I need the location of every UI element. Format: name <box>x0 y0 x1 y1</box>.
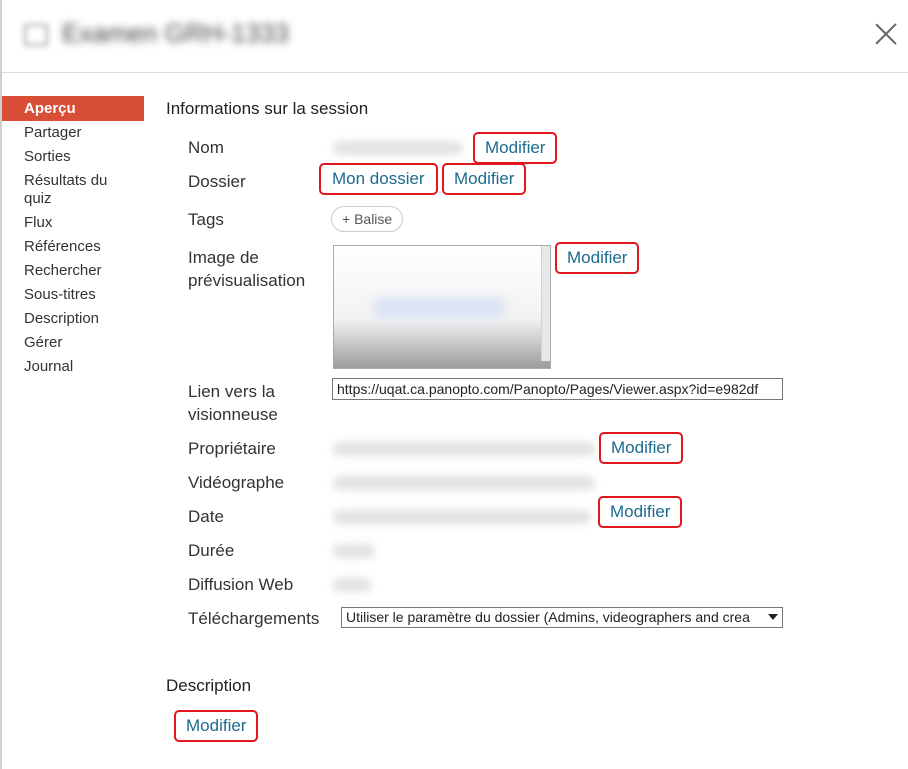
modify-preview-button[interactable]: Modifier <box>555 242 640 274</box>
session-info-heading: Informations sur la session <box>166 99 369 118</box>
duration-value-redacted <box>333 544 375 558</box>
preview-scrollbar[interactable] <box>541 246 550 361</box>
preview-image-label: Image de prévisualisation <box>188 248 306 290</box>
tags-label: Tags <box>188 210 224 229</box>
videographer-value-redacted <box>333 476 595 490</box>
sidebar-item-apercu[interactable]: Aperçu <box>2 96 144 121</box>
preview-image <box>333 245 551 369</box>
videographer-label: Vidéographe <box>188 473 285 492</box>
description-heading: Description <box>166 676 252 695</box>
sidebar-item-gerer[interactable]: Gérer <box>2 331 144 355</box>
name-label: Nom <box>188 138 224 157</box>
sidebar-item-references[interactable]: Références <box>2 235 144 259</box>
owner-value-redacted <box>333 442 595 456</box>
webcast-value-redacted <box>333 578 371 592</box>
sidebar-item-sous-titres[interactable]: Sous-titres <box>2 283 144 307</box>
downloads-select-value: Utiliser le paramètre du dossier (Admins… <box>346 609 750 625</box>
sidebar-item-journal[interactable]: Journal <box>2 355 144 379</box>
sidebar-item-sorties[interactable]: Sorties <box>2 145 144 169</box>
my-folder-link[interactable]: Mon dossier <box>319 163 438 195</box>
sidebar-item-rechercher[interactable]: Rechercher <box>2 259 144 283</box>
viewer-link-label: Lien vers la visionneuse <box>188 382 278 424</box>
owner-label: Propriétaire <box>188 439 276 458</box>
sidebar-nav: Aperçu Partager Sorties Résultats du qui… <box>2 96 144 379</box>
duration-label: Durée <box>188 541 235 560</box>
add-tag-button[interactable]: + Balise <box>331 206 404 232</box>
sidebar-item-resultats-quiz[interactable]: Résultats du quiz <box>2 169 124 211</box>
folder-label: Dossier <box>188 172 246 191</box>
sidebar-item-partager[interactable]: Partager <box>2 121 144 145</box>
sidebar-item-flux[interactable]: Flux <box>2 211 144 235</box>
date-label: Date <box>188 507 224 526</box>
modify-owner-button[interactable]: Modifier <box>599 432 684 464</box>
modify-folder-button[interactable]: Modifier <box>442 163 527 195</box>
close-icon[interactable] <box>872 20 900 48</box>
downloads-select[interactable]: Utiliser le paramètre du dossier (Admins… <box>341 607 783 628</box>
name-value-redacted <box>333 141 463 155</box>
webcast-label: Diffusion Web <box>188 575 294 594</box>
dialog-header: Examen GRH-1333 <box>0 0 908 73</box>
sidebar-item-description[interactable]: Description <box>2 307 144 331</box>
dialog-title: Examen GRH-1333 <box>62 18 289 48</box>
viewer-link-input[interactable] <box>332 378 783 400</box>
downloads-label: Téléchargements <box>188 609 320 628</box>
preview-image-content <box>374 298 504 318</box>
date-value-redacted <box>333 510 591 524</box>
panel-icon <box>24 24 48 46</box>
modify-date-button[interactable]: Modifier <box>598 496 683 528</box>
modify-name-button[interactable]: Modifier <box>473 132 558 164</box>
modify-description-button[interactable]: Modifier <box>174 710 259 742</box>
chevron-down-icon <box>768 614 778 620</box>
